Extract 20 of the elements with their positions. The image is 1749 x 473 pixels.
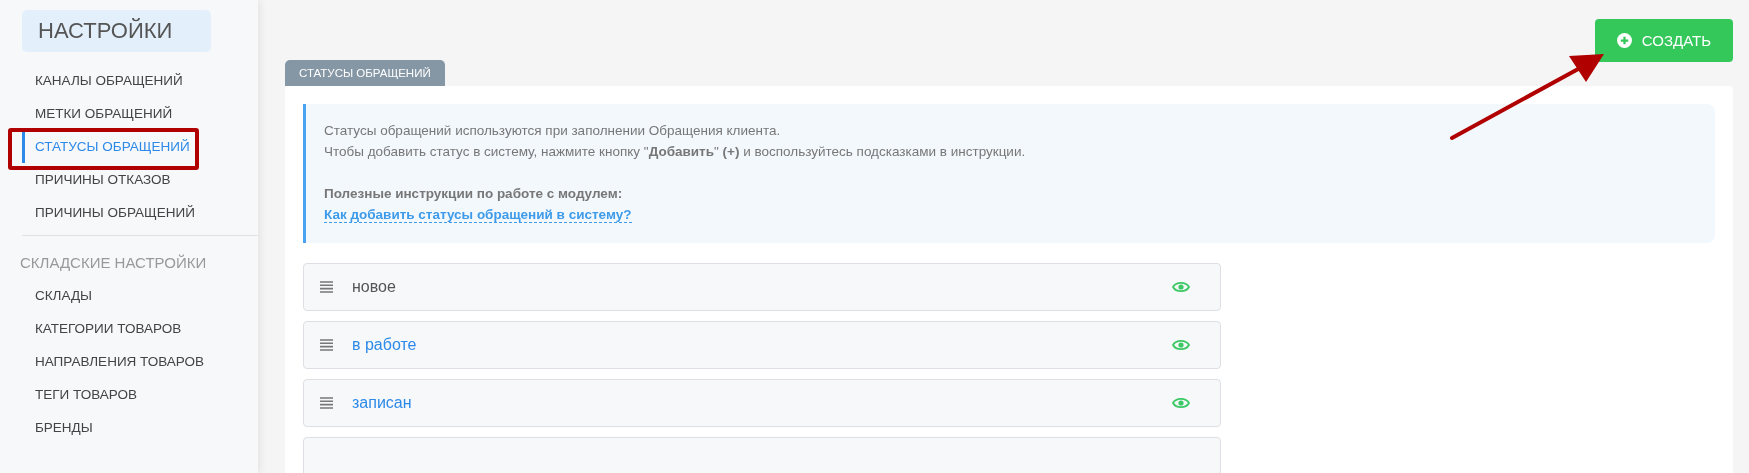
status-row[interactable]: новое: [303, 263, 1221, 311]
sidebar-item[interactable]: КАТЕГОРИИ ТОВАРОВ: [22, 312, 258, 345]
drag-handle-icon[interactable]: [320, 397, 333, 409]
drag-handle-icon[interactable]: [320, 339, 333, 351]
sidebar-item[interactable]: КАНАЛЫ ОБРАЩЕНИЙ: [22, 64, 258, 97]
status-name: новое: [352, 278, 397, 296]
drag-handle-icon[interactable]: [320, 281, 333, 293]
help-title: Полезные инструкции по работе с модулем:: [324, 185, 624, 203]
info-text: Статусы обращений используются при заполнении Обращения клиента.: [324, 122, 782, 140]
info-text: Чтобы добавить статус в систему, нажмите кнопку "Добавить" (+) и воспользуйтесь подсказками в инструкции.: [324, 143, 1027, 161]
sidebar-item[interactable]: СКЛАДЫ: [22, 279, 258, 312]
sidebar-item[interactable]: МЕТКИ ОБРАЩЕНИЙ: [22, 97, 258, 130]
sidebar-item[interactable]: ПРИЧИНЫ ОБРАЩЕНИЙ: [22, 196, 258, 229]
plus-circle-icon: [1616, 33, 1632, 48]
sidebar-item[interactable]: НАПРАВЛЕНИЯ ТОВАРОВ: [22, 345, 258, 378]
sidebar-item[interactable]: ПРИЧИНЫ ОТКАЗОВ: [22, 163, 258, 196]
sidebar-title: НАСТРОЙКИ: [22, 10, 211, 52]
section-title: СКЛАДСКИЕ НАСТРОЙКИ: [20, 254, 208, 271]
sidebar-item[interactable]: БРЕНДЫ: [22, 411, 258, 444]
sidebar-item[interactable]: ТЕГИ ТОВАРОВ: [22, 378, 258, 411]
